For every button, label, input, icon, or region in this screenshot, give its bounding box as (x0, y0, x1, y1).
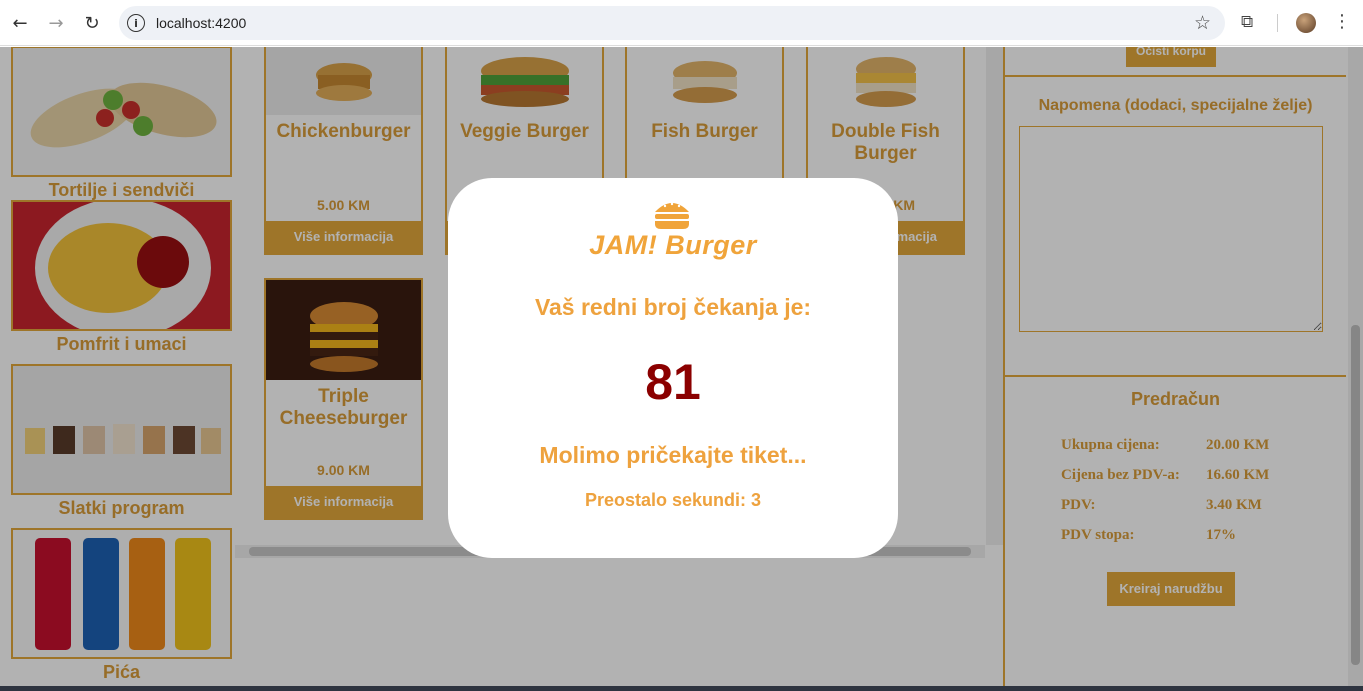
burger-logo-icon (655, 202, 689, 229)
url-text[interactable]: localhost:4200 (156, 15, 246, 31)
taskbar-strip (0, 686, 1363, 691)
address-bar[interactable]: i localhost:4200 ☆ (119, 6, 1225, 40)
brand-logo-text: JAM! Burger (589, 230, 757, 260)
forward-icon[interactable]: → (44, 11, 68, 35)
extensions-icon[interactable]: ⧉ (1241, 12, 1263, 34)
profile-avatar[interactable] (1296, 13, 1316, 33)
countdown-text: Preostalo sekundi: 3 (584, 490, 762, 510)
toolbar-separator (1277, 14, 1278, 32)
queue-number-modal: JAM! Burger Vaš redni broj čekanja je: 8… (448, 178, 898, 558)
browser-toolbar: ← → ↻ i localhost:4200 ☆ ⧉ ⋮ (0, 0, 1363, 46)
reload-icon[interactable]: ↻ (80, 11, 104, 35)
wait-message: Molimo pričekajte tiket... (539, 442, 807, 468)
queue-number: 81 (645, 354, 701, 410)
queue-title: Vaš redni broj čekanja je: (534, 294, 812, 320)
site-info-icon[interactable]: i (127, 14, 145, 32)
bookmark-star-icon[interactable]: ☆ (1194, 12, 1211, 34)
kebab-menu-icon[interactable]: ⋮ (1333, 11, 1351, 32)
back-icon[interactable]: ← (8, 11, 32, 35)
